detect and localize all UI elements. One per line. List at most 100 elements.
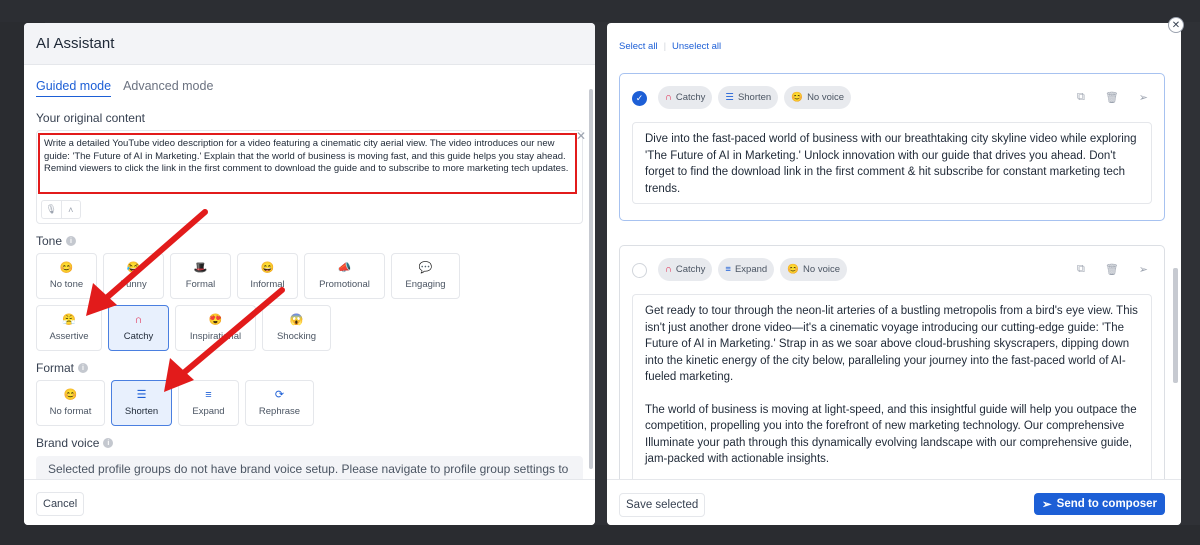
- expand-icon: ≡: [725, 264, 731, 275]
- tone-option-informal[interactable]: 😄 Informal: [237, 253, 298, 299]
- send-to-composer-button[interactable]: ➢ Send to composer: [1034, 493, 1165, 515]
- copy-icon[interactable]: ⧉: [1077, 91, 1085, 104]
- tone-option-label: Informal: [250, 278, 285, 290]
- megaphone-icon: 📣: [337, 261, 352, 274]
- format-options: 😊 No format ☰ Shorten ≡ Expand ⟳ Rephrase: [36, 380, 506, 426]
- tone-option-promotional[interactable]: 📣 Promotional: [304, 253, 385, 299]
- format-label: Format: [36, 361, 75, 375]
- mic-control[interactable]: 🎙 ˄: [41, 200, 81, 219]
- tone-option-label: Inspirational: [189, 330, 242, 342]
- info-icon[interactable]: i: [103, 438, 114, 448]
- result-card[interactable]: ✓ ∩ Catchy ☰ Shorten 😊 No voice ⧉ 🗑 ➢ Dive …: [619, 73, 1165, 221]
- card-actions: ⧉ 🗑 ➢: [1077, 263, 1148, 276]
- format-option-label: No format: [49, 405, 92, 417]
- original-content-field[interactable]: Write a detailed YouTube video descripti…: [36, 129, 586, 224]
- card-tags: ∩ Catchy ≡ Expand 😊 No voice: [658, 258, 847, 281]
- tone-option-label: No tone: [49, 278, 84, 290]
- checkbox-unchecked[interactable]: [632, 263, 647, 278]
- tag-label: No voice: [807, 92, 845, 103]
- determined-face-icon: 😤: [62, 313, 76, 326]
- send-icon[interactable]: ➢: [1139, 91, 1148, 104]
- speech-bubble-icon: 💬: [418, 261, 433, 274]
- microphone-icon[interactable]: 🎙: [42, 201, 62, 218]
- panel-footer: Cancel: [24, 479, 595, 525]
- panel-body: Guided mode Advanced mode Your original …: [24, 66, 595, 479]
- tone-option-inspirational[interactable]: 😍 Inspirational: [175, 305, 256, 351]
- format-option-no-format[interactable]: 😊 No format: [36, 380, 105, 426]
- panel-title: AI Assistant: [24, 23, 595, 65]
- scrollbar[interactable]: [1173, 268, 1178, 383]
- tone-option-label: Engaging: [405, 278, 446, 290]
- tone-option-label: Assertive: [49, 330, 89, 342]
- info-icon[interactable]: i: [78, 363, 89, 373]
- tab-advanced-mode[interactable]: Advanced mode: [123, 79, 213, 97]
- result-paragraph: Get ready to tour through the neon-lit a…: [645, 305, 1138, 383]
- checkbox-checked[interactable]: ✓: [632, 91, 647, 106]
- tone-option-label: Catchy: [123, 330, 154, 342]
- select-all-link[interactable]: Select all: [619, 41, 658, 52]
- background-bottom: [0, 525, 1200, 545]
- tone-option-assertive[interactable]: 😤 Assertive: [36, 305, 102, 351]
- tag-label: No voice: [803, 264, 840, 275]
- tab-guided-mode[interactable]: Guided mode: [36, 79, 112, 97]
- card-actions: ⧉ 🗑 ➢: [1077, 91, 1148, 104]
- cancel-button[interactable]: Cancel: [36, 492, 85, 516]
- close-icon[interactable]: ✕: [576, 129, 586, 143]
- tone-option-funny[interactable]: 😂 Funny: [103, 253, 164, 299]
- format-option-label: Rephrase: [258, 405, 301, 417]
- divider: |: [663, 41, 667, 52]
- tone-option-engaging[interactable]: 💬 Engaging: [391, 253, 460, 299]
- top-hat-icon: 🎩: [193, 261, 208, 274]
- shorten-icon: ☰: [136, 388, 147, 401]
- grin-icon: 😄: [260, 261, 275, 274]
- tone-options: 😊 No tone 😂 Funny 🎩 Formal 😄 Informal 📣 Promo…: [36, 253, 506, 351]
- brand-voice-label: Brand voice: [36, 436, 100, 450]
- chevron-up-icon[interactable]: ˄: [62, 201, 81, 218]
- original-content-text[interactable]: Write a detailed YouTube video descripti…: [38, 133, 577, 194]
- magnet-icon: ∩: [134, 313, 143, 326]
- shorten-icon: ☰: [725, 92, 734, 103]
- shocked-face-icon: 😱: [289, 313, 304, 326]
- result-text[interactable]: Get ready to tour through the neon-lit a…: [632, 294, 1152, 506]
- send-icon: ➢: [1042, 499, 1052, 511]
- result-paragraph: Dive into the fast-paced world of busine…: [645, 133, 1137, 195]
- smile-icon: 😊: [63, 388, 78, 401]
- expand-icon: ≡: [205, 388, 212, 401]
- magnet-icon: ∩: [665, 264, 672, 275]
- tag-label: Catchy: [675, 264, 706, 275]
- trash-icon[interactable]: 🗑: [1105, 263, 1119, 276]
- tone-option-catchy[interactable]: ∩ Catchy: [108, 305, 169, 351]
- card-tags: ∩ Catchy ☰ Shorten 😊 No voice: [658, 86, 852, 109]
- smile-icon: 😊: [791, 92, 804, 103]
- format-option-expand[interactable]: ≡ Expand: [178, 380, 239, 426]
- send-icon[interactable]: ➢: [1139, 263, 1148, 276]
- tone-option-label: Formal: [185, 278, 216, 290]
- format-option-shorten[interactable]: ☰ Shorten: [111, 380, 172, 426]
- result-card[interactable]: ∩ Catchy ≡ Expand 😊 No voice ⧉ 🗑 ➢ Get read…: [619, 245, 1165, 506]
- panel-footer: Save selected ➢ Send to composer: [607, 479, 1181, 525]
- tone-option-formal[interactable]: 🎩 Formal: [170, 253, 231, 299]
- heart-eyes-icon: 😍: [208, 313, 223, 326]
- format-option-rephrase[interactable]: ⟳ Rephrase: [245, 380, 314, 426]
- copy-icon[interactable]: ⧉: [1077, 263, 1085, 276]
- tone-option-label: Funny: [120, 278, 147, 290]
- tag-catchy: ∩ Catchy: [658, 86, 713, 109]
- smile-icon: 😊: [787, 264, 800, 275]
- mode-tabs: Guided mode Advanced mode: [36, 79, 583, 97]
- brand-voice-section-label: Brand voice i: [36, 436, 583, 450]
- result-paragraph: The world of business is moving at light…: [645, 403, 1137, 466]
- unselect-all-link[interactable]: Unselect all: [672, 41, 721, 52]
- results-panel: Select all | Unselect all ✓ ∩ Catchy ☰ Sho…: [607, 23, 1181, 525]
- format-option-label: Shorten: [124, 405, 159, 417]
- close-icon[interactable]: ✕: [1168, 17, 1184, 33]
- info-icon[interactable]: i: [66, 236, 77, 246]
- save-selected-button[interactable]: Save selected: [619, 493, 706, 517]
- original-content-label: Your original content: [36, 111, 145, 125]
- tag-label: Expand: [734, 264, 768, 275]
- result-text[interactable]: Dive into the fast-paced world of busine…: [632, 122, 1152, 204]
- trash-icon[interactable]: 🗑: [1105, 91, 1119, 104]
- tag-label: Shorten: [737, 92, 772, 103]
- tone-option-no-tone[interactable]: 😊 No tone: [36, 253, 97, 299]
- tone-option-shocking[interactable]: 😱 Shocking: [262, 305, 331, 351]
- tone-option-label: Promotional: [319, 278, 370, 290]
